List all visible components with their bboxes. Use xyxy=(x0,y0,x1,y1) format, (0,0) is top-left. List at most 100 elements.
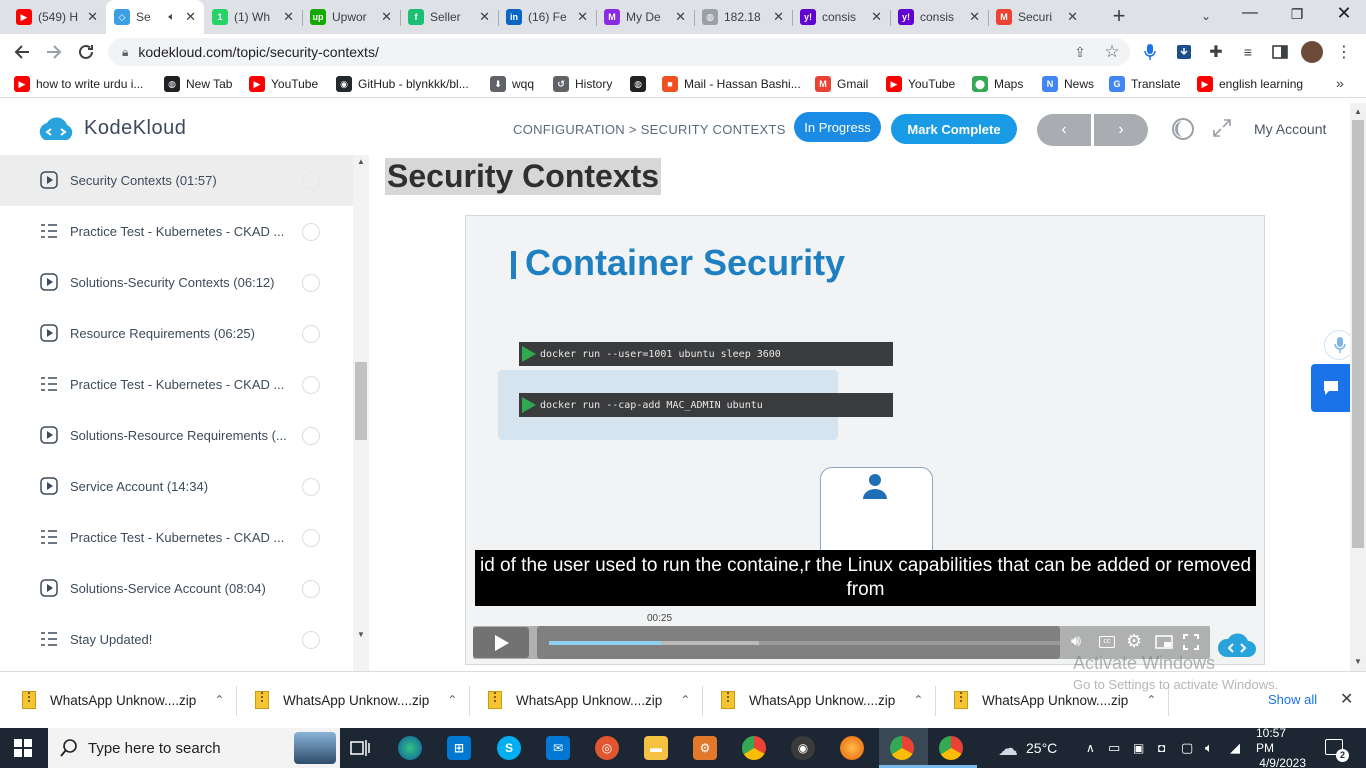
bookmarks-overflow-icon[interactable]: » xyxy=(1336,75,1344,91)
bookmark-11[interactable]: N News xyxy=(1042,74,1094,94)
tab-3[interactable]: up Upwor ✕ xyxy=(302,0,400,34)
firefox-icon[interactable] xyxy=(840,736,864,760)
sidebar-scrollbar[interactable]: ▲ ▼ xyxy=(353,155,369,671)
tab-close-icon[interactable]: ✕ xyxy=(479,9,490,25)
completion-circle-icon[interactable] xyxy=(302,630,320,649)
scroll-down-arrow-icon[interactable]: ▼ xyxy=(357,630,365,639)
completion-circle-icon[interactable] xyxy=(302,477,320,496)
chevron-up-icon[interactable]: ⌃ xyxy=(447,693,457,707)
sidebar-item[interactable]: Solutions-Security Contexts (06:12) xyxy=(0,257,353,308)
bookmark-1[interactable]: ◍ New Tab xyxy=(164,74,232,94)
tab-4[interactable]: f Seller ✕ xyxy=(400,0,498,34)
bookmark-0[interactable]: ▶ how to write urdu i... xyxy=(14,74,143,94)
completion-circle-icon[interactable] xyxy=(302,171,320,190)
battery-icon[interactable]: ▭ xyxy=(1108,728,1120,768)
captions-icon[interactable]: cc xyxy=(1099,636,1115,648)
sidebar-item[interactable]: Practice Test - Kubernetes - CKAD ... xyxy=(0,359,353,410)
tab-5[interactable]: in (16) Fe ✕ xyxy=(498,0,596,34)
play-button[interactable] xyxy=(473,627,529,658)
back-arrow-icon[interactable] xyxy=(10,40,34,64)
tab-close-icon[interactable]: ✕ xyxy=(871,9,882,25)
tab-close-icon[interactable]: ✕ xyxy=(381,9,392,25)
chevron-up-icon[interactable]: ⌃ xyxy=(680,693,690,707)
sidebar-item[interactable]: Service Account (14:34) xyxy=(0,461,353,512)
forward-arrow-icon[interactable] xyxy=(42,40,66,64)
camera-app-icon[interactable]: ◉ xyxy=(791,736,815,760)
bookmark-12[interactable]: G Translate xyxy=(1109,74,1181,94)
tab-search-icon[interactable]: ⌄ xyxy=(1196,6,1216,26)
tab-audio-icon[interactable]: 🔈︎ xyxy=(168,11,175,24)
bookmark-6[interactable]: ◍ xyxy=(630,74,652,94)
bookmark-10[interactable]: ⬤ Maps xyxy=(972,74,1023,94)
sidebar-item[interactable]: Solutions-Resource Requirements (... xyxy=(0,410,353,461)
bookmark-star-icon[interactable]: ☆ xyxy=(1100,40,1124,64)
sidebar-item[interactable]: Security Contexts (01:57) xyxy=(0,155,353,206)
chrome-icon[interactable] xyxy=(742,736,766,760)
bookmark-8[interactable]: M Gmail xyxy=(815,74,868,94)
profile-avatar[interactable] xyxy=(1300,40,1324,64)
fullscreen-icon[interactable] xyxy=(1212,118,1232,143)
sidebar-scroll-thumb[interactable] xyxy=(355,362,367,440)
reload-icon[interactable] xyxy=(74,40,98,64)
tab-close-icon[interactable]: ✕ xyxy=(577,9,588,25)
close-downloads-icon[interactable]: ✕ xyxy=(1340,689,1353,709)
tab-close-icon[interactable]: ✕ xyxy=(283,9,294,25)
taskbar-search-box[interactable]: Type here to search xyxy=(48,728,340,768)
tab-0[interactable]: ▶ (549) H ✕ xyxy=(8,0,106,34)
weather-widget[interactable]: ☁ 25°C xyxy=(998,728,1057,768)
tab-close-icon[interactable]: ✕ xyxy=(969,9,980,25)
sidebar-item[interactable]: Practice Test - Kubernetes - CKAD ... xyxy=(0,512,353,563)
download-item[interactable]: WhatsApp Unknow....zip ⌃ xyxy=(255,688,457,712)
bookmark-13[interactable]: ▶ english learning xyxy=(1197,74,1303,94)
skype-icon[interactable]: S xyxy=(497,736,521,760)
page-scroll-up-icon[interactable]: ▲ xyxy=(1354,107,1362,116)
sidebar-item[interactable]: Resource Requirements (06:25) xyxy=(0,308,353,359)
completion-circle-icon[interactable] xyxy=(302,426,320,445)
wifi-icon[interactable]: ◢ xyxy=(1230,728,1240,768)
tab-1[interactable]: ◇ Se 🔈︎ ✕ xyxy=(106,0,204,34)
display-icon[interactable]: ▢ xyxy=(1181,728,1193,768)
share-icon[interactable]: ⇪ xyxy=(1068,40,1092,64)
chevron-up-icon[interactable]: ⌃ xyxy=(214,693,224,707)
chat-widget-button[interactable] xyxy=(1311,364,1350,412)
completion-circle-icon[interactable] xyxy=(302,222,320,241)
office-icon[interactable]: ⚙ xyxy=(693,736,717,760)
bookmark-7[interactable]: ■ Mail - Hassan Bashi... xyxy=(662,74,801,94)
video-player[interactable]: Container Security docker run --user=100… xyxy=(465,215,1265,665)
sidebar-item[interactable]: Stay Updated! xyxy=(0,614,353,665)
show-all-downloads-link[interactable]: Show all xyxy=(1268,692,1317,707)
network-icon[interactable]: ▣ xyxy=(1133,728,1144,768)
bookmark-4[interactable]: ⬇ wqq xyxy=(490,74,534,94)
tab-7[interactable]: ◍ 182.18 ✕ xyxy=(694,0,792,34)
logo-text[interactable]: KodeKloud xyxy=(84,117,186,140)
page-scroll-down-icon[interactable]: ▼ xyxy=(1354,657,1362,666)
tab-close-icon[interactable]: ✕ xyxy=(185,9,196,25)
media-control-icon[interactable]: ≡ xyxy=(1236,40,1260,64)
task-view-icon[interactable] xyxy=(348,736,372,760)
mail-icon[interactable]: ✉ xyxy=(546,736,570,760)
completion-circle-icon[interactable] xyxy=(302,375,320,394)
next-lesson-button[interactable]: › xyxy=(1094,114,1148,146)
file-explorer-icon[interactable]: ▬ xyxy=(644,736,668,760)
clock[interactable]: 10:57 PM 4/9/2023 xyxy=(1256,726,1306,770)
tab-2[interactable]: 1 (1) Wh ✕ xyxy=(204,0,302,34)
tab-6[interactable]: M My De ✕ xyxy=(596,0,694,34)
fullscreen-video-icon[interactable] xyxy=(1183,634,1199,655)
dark-mode-icon[interactable] xyxy=(1171,117,1195,146)
settings-gear-icon[interactable]: ⚙ xyxy=(1126,631,1142,652)
bookmark-5[interactable]: ↺ History xyxy=(553,74,612,94)
bookmark-9[interactable]: ▶ YouTube xyxy=(886,74,955,94)
page-scrollbar[interactable]: ▲ ▼ xyxy=(1350,103,1366,671)
completion-circle-icon[interactable] xyxy=(302,579,320,598)
in-progress-badge[interactable]: In Progress xyxy=(794,112,881,142)
completion-circle-icon[interactable] xyxy=(302,324,320,343)
tab-10[interactable]: M Securi ✕ xyxy=(988,0,1086,34)
tab-close-icon[interactable]: ✕ xyxy=(773,9,784,25)
mark-complete-button[interactable]: Mark Complete xyxy=(891,114,1017,144)
edge-icon[interactable] xyxy=(398,736,422,760)
chevron-up-icon[interactable]: ⌃ xyxy=(1146,693,1156,707)
bookmark-2[interactable]: ▶ YouTube xyxy=(249,74,318,94)
scroll-up-arrow-icon[interactable]: ▲ xyxy=(357,157,365,166)
download-extension-icon[interactable] xyxy=(1172,40,1196,64)
new-tab-button[interactable]: + xyxy=(1108,5,1130,28)
